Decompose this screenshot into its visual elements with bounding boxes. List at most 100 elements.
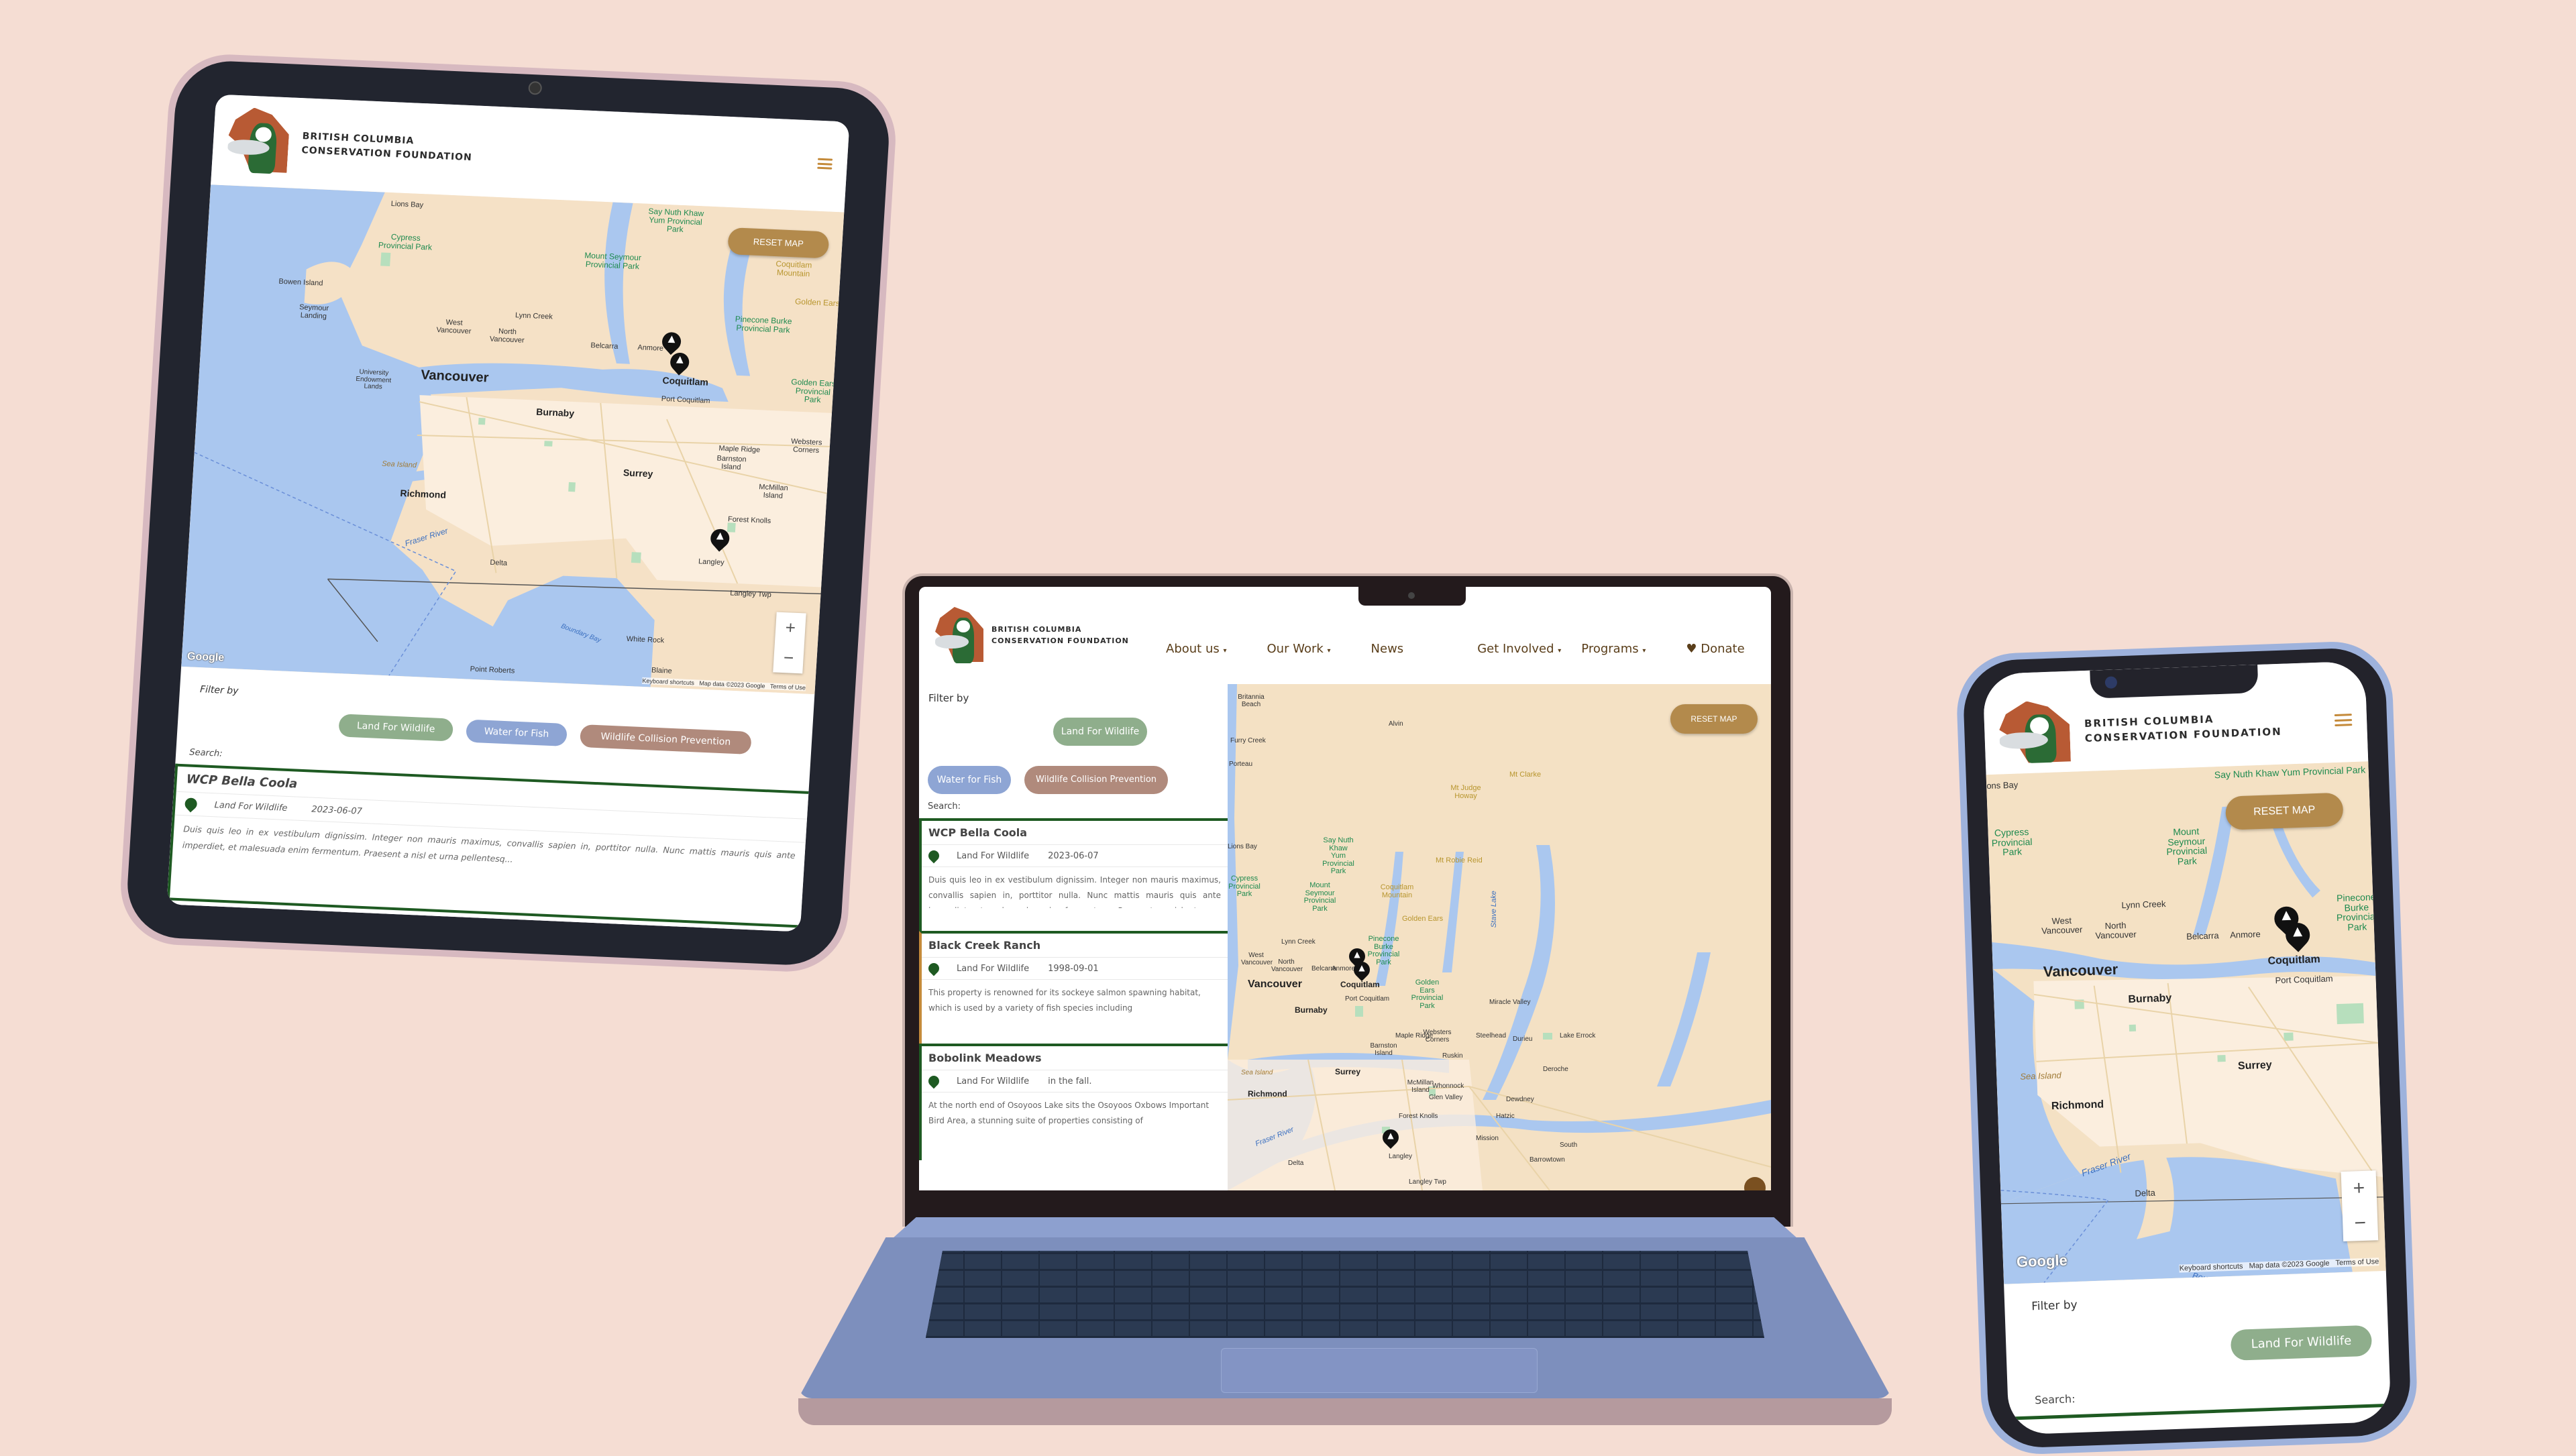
map-label: Sea Island	[1241, 1069, 1273, 1076]
map-label: Belcarra	[590, 341, 619, 351]
map-label: McMillan Island	[758, 483, 789, 500]
laptop-trackpad[interactable]	[1221, 1348, 1538, 1393]
org-name: BRITISH COLUMBIA CONSERVATION FOUNDATION	[2084, 712, 2282, 745]
map-label: Pinecone Burke Provincial Park	[735, 314, 793, 335]
laptop-camera-icon	[1408, 592, 1415, 599]
map-label: Lions Bay	[1228, 843, 1257, 850]
map-label: West Vancouver	[436, 318, 472, 335]
search-label[interactable]: Search:	[189, 748, 223, 759]
map-label: Delta	[490, 558, 508, 567]
terms-link[interactable]: Terms of Use	[2335, 1257, 2379, 1267]
map-label: Anmore	[1332, 965, 1356, 972]
map-label: Pinecone Burke Provincial Park	[1367, 935, 1400, 966]
map-label: Langley	[698, 557, 724, 567]
map-label: University Endowment Lands	[356, 368, 392, 391]
listing-card[interactable]: WCP Bella Coola Land For Wildlife 2023-0…	[919, 818, 1228, 932]
listing-meta: Land For Wildlife in the fall.	[922, 1070, 1228, 1093]
map-label: Vancouver	[2043, 960, 2118, 981]
map[interactable]: Lions Bay Say Nuth Khaw Yum Provincial P…	[1986, 761, 2386, 1284]
nav-programs[interactable]: Programs ▾	[1581, 642, 1646, 656]
map-label: Anmore	[2229, 929, 2261, 940]
map-label: Coquitlam Mountain	[1380, 883, 1414, 899]
listing-title[interactable]: WCP Bella Coola	[922, 821, 1228, 845]
map-label: Langley	[1389, 1153, 1413, 1160]
bccf-logo[interactable]	[226, 107, 290, 176]
map-label: Delta	[2135, 1187, 2156, 1198]
chevron-down-icon: ▾	[1558, 647, 1562, 655]
listing-category: Land For Wildlife	[957, 1076, 1030, 1086]
reset-map-button[interactable]: RESET MAP	[1670, 704, 1758, 734]
hamburger-icon[interactable]	[2334, 714, 2353, 727]
map-label: Burnaby	[2128, 992, 2172, 1006]
filter-chip-land-for-wildlife[interactable]: Land For Wildlife	[338, 714, 454, 742]
map-label: Belcarra	[2186, 930, 2219, 942]
filter-by-label: Filter by	[928, 692, 969, 704]
map-label: Durieu	[1513, 1035, 1533, 1043]
map-label: Porteau	[1229, 761, 1253, 768]
search-label[interactable]: Search:	[928, 801, 961, 811]
map-label: Say Nuth Khaw Yum Provincial Park	[648, 206, 704, 235]
bccf-logo[interactable]	[935, 607, 983, 664]
filter-chip-water-for-fish[interactable]: Water for Fish	[466, 719, 568, 747]
map-label: Lynn Creek	[515, 311, 553, 321]
map-label: Cypress Provincial Park	[1991, 826, 2033, 858]
zoom-out-button[interactable]: −	[2354, 1212, 2367, 1235]
map-label: Golden Ears Provincial Park	[790, 377, 837, 405]
main-nav: About us ▾ Our Work ▾ News Get Involved …	[1166, 642, 1745, 656]
map-label: Steelhead	[1476, 1032, 1507, 1040]
map-label: Richmond	[1248, 1089, 1287, 1099]
search-label[interactable]: Search:	[2035, 1392, 2076, 1406]
map-label: Lynn Creek	[1281, 938, 1316, 946]
listing-card[interactable]: Bobolink Meadows Land For Wildlife in th…	[919, 1044, 1228, 1160]
listing-title[interactable]: Black Creek Ranch	[922, 934, 1228, 958]
filter-chip-wildlife-collision[interactable]: Wildlife Collision Prevention	[1024, 766, 1168, 794]
nav-our-work[interactable]: Our Work ▾	[1267, 642, 1331, 656]
listing-title[interactable]: Bobolink Meadows	[922, 1046, 1228, 1070]
listing-date: 2023-06-07	[1048, 850, 1099, 861]
google-logo: Google	[186, 651, 225, 664]
filter-chip-water-for-fish[interactable]: Water for Fish	[928, 766, 1011, 794]
listing-description: This property is renowned for its sockey…	[928, 988, 1201, 1013]
map-label: Vancouver	[420, 368, 490, 386]
filter-chip-land-for-wildlife[interactable]: Land For Wildlife	[1053, 718, 1147, 746]
google-logo: Google	[2016, 1251, 2068, 1271]
map-label: Ruskin	[1442, 1052, 1463, 1060]
nav-get-involved[interactable]: Get Involved ▾	[1477, 642, 1561, 656]
filter-chip-land-for-wildlife[interactable]: Land For Wildlife	[2230, 1325, 2373, 1361]
zoom-control: + −	[2341, 1170, 2379, 1242]
map-label: Seymour Landing	[299, 303, 329, 321]
hamburger-icon[interactable]	[817, 158, 833, 170]
map-label: Say Nuth Khaw Yum Provincial Park	[1322, 836, 1354, 876]
location-pin-icon	[182, 795, 200, 813]
map-label: Mt Judge Howay	[1450, 784, 1481, 800]
filter-chip-wildlife-collision[interactable]: Wildlife Collision Prevention	[579, 724, 752, 755]
reset-map-button[interactable]: RESET MAP	[2224, 792, 2344, 830]
map[interactable]: Britannia Beach Furry Creek Porteau Alvi…	[1228, 684, 1771, 1190]
listing-card[interactable]: Black Creek Ranch Land For Wildlife 1998…	[919, 931, 1228, 1044]
map-label: Hatzic	[1496, 1113, 1515, 1120]
location-pin-icon	[926, 848, 942, 864]
map-label: Britannia Beach	[1238, 693, 1265, 708]
map-label: Golden Ears	[1402, 915, 1444, 923]
nav-donate[interactable]: ♥ Donate	[1686, 642, 1744, 656]
map-label: Lake Errock	[1560, 1032, 1596, 1040]
listing-description: At the north end of Osoyoos Lake sits th…	[928, 1101, 1210, 1125]
map-label: Barnston Island	[716, 454, 747, 471]
reset-map-button[interactable]: RESET MAP	[727, 227, 830, 259]
zoom-in-button[interactable]: +	[2353, 1177, 2365, 1200]
map-label: Coquitlam Mountain	[775, 259, 812, 278]
map-label: Deroche	[1543, 1066, 1568, 1073]
nav-news[interactable]: News	[1371, 642, 1404, 656]
map-label: Port Coquitlam	[2275, 973, 2333, 986]
map-tiles	[181, 184, 845, 695]
listing-date: in the fall.	[1048, 1076, 1092, 1086]
map-label: West Vancouver	[1241, 952, 1273, 966]
map-label: Mission	[1476, 1135, 1499, 1142]
map[interactable]: Lions Bay Cypress Provincial Park Say Nu…	[181, 184, 845, 695]
phone-device: BRITISH COLUMBIA CONSERVATION FOUNDATION	[1955, 640, 2419, 1456]
map-label: White Rock	[626, 634, 665, 645]
nav-about-us[interactable]: About us ▾	[1166, 642, 1227, 656]
map-label: Miracle Valley	[1489, 999, 1531, 1006]
phone-screen: BRITISH COLUMBIA CONSERVATION FOUNDATION	[1982, 661, 2392, 1435]
bccf-logo[interactable]	[1998, 699, 2071, 766]
